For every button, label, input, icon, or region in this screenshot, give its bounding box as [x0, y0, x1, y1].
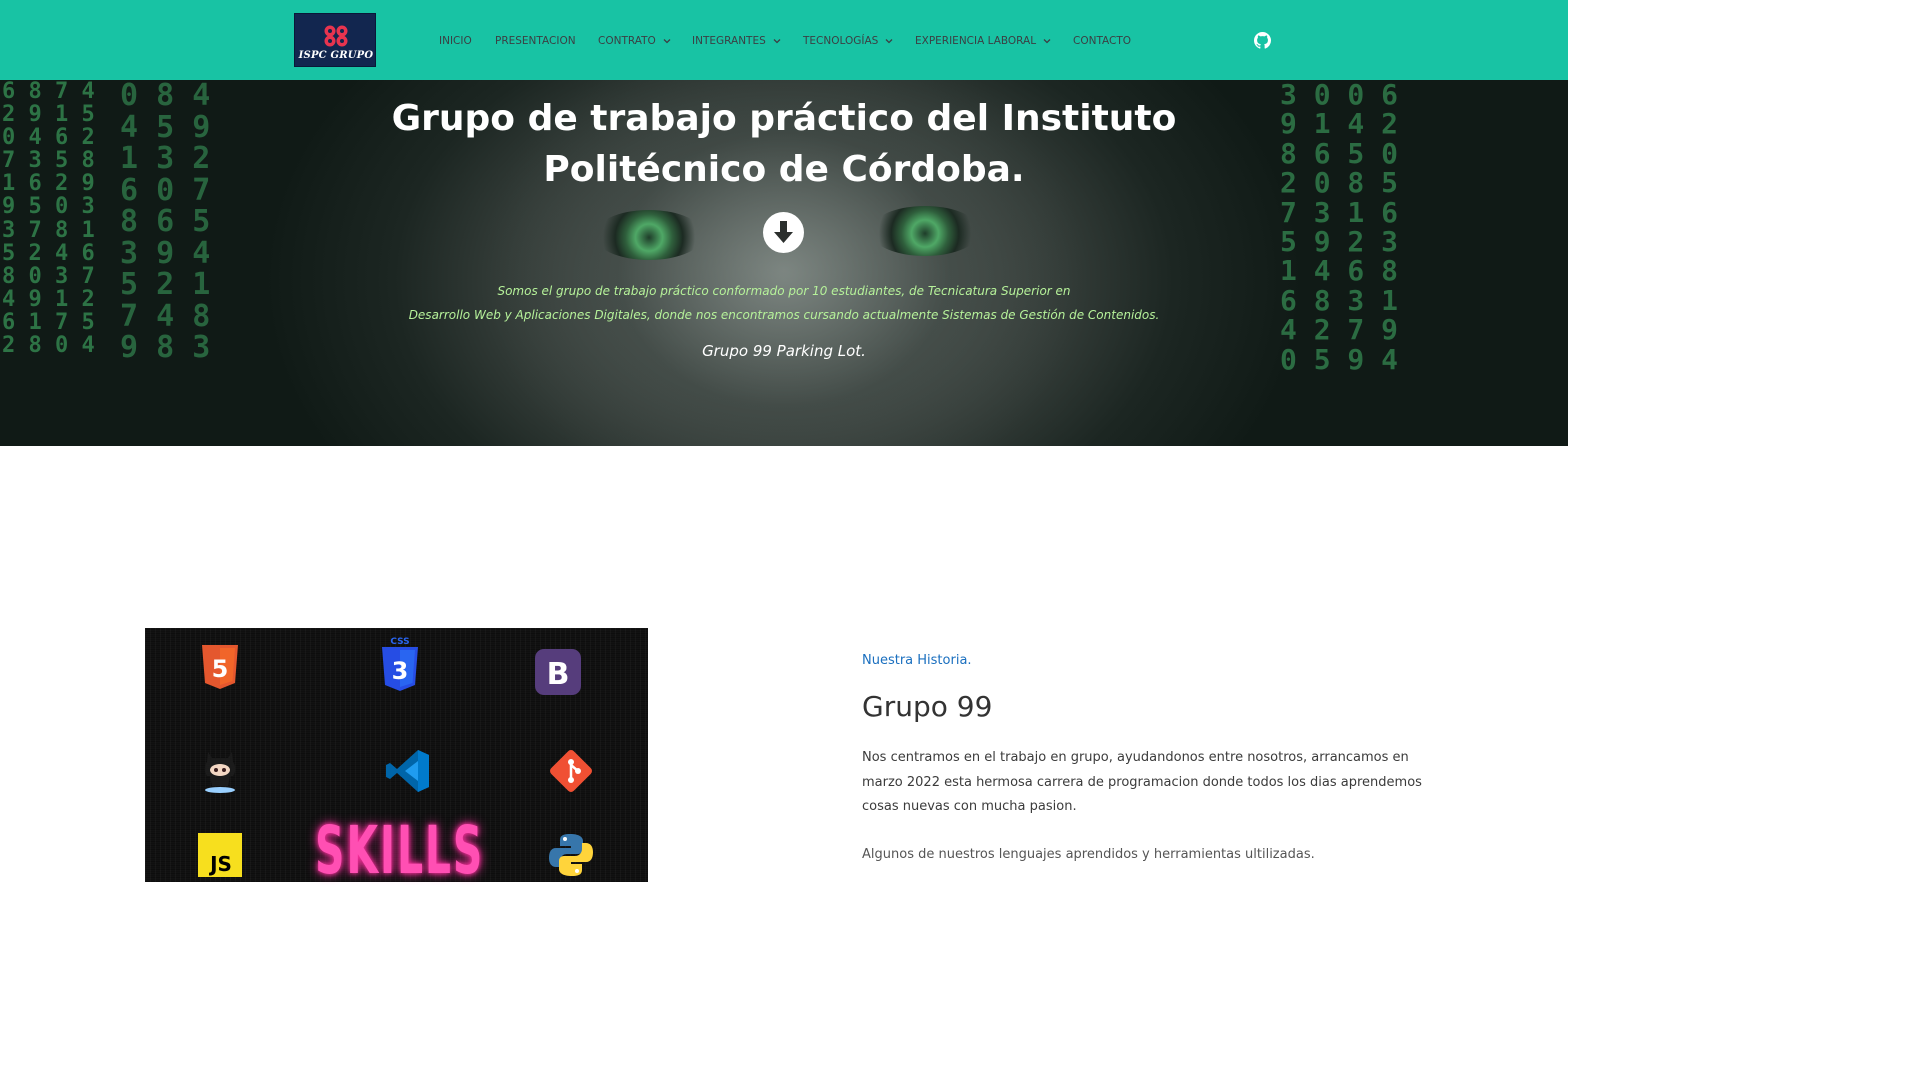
css3-badge-text: CSS: [390, 637, 409, 647]
nav-item-integrantes[interactable]: INTEGRANTES: [692, 33, 782, 49]
right-eye: [870, 206, 980, 256]
hero-title: Grupo de trabajo práctico del Instituto …: [384, 93, 1184, 195]
chevron-down-icon: [663, 39, 671, 44]
matrix-rain-right: 3 0 0 6 9 1 4 2 8 6 5 0 2 0 8 5 7 3 1 6 …: [1280, 80, 1399, 376]
hero-desc-line1: Somos el grupo de trabajo práctico confo…: [497, 284, 1071, 298]
chevron-down-icon: [1043, 39, 1051, 44]
css3-icon: CSS 3: [382, 637, 418, 691]
css3-number: 3: [392, 657, 409, 685]
history-paragraph-line2: marzo 2022 esta hermosa carrera de progr…: [862, 774, 1422, 790]
history-paragraph: Nos centramos en el trabajo en grupo, ay…: [862, 746, 1422, 820]
html5-icon: 5: [202, 645, 238, 689]
hero-subtitle: Grupo 99 Parking Lot.: [702, 342, 866, 360]
nav-item-label: TECNOLOGÍAS: [803, 35, 879, 47]
skills-caption: SKILLS: [315, 812, 485, 889]
brand-logo[interactable]: ISPC GRUPO: [294, 13, 376, 67]
js-badge-text: JS: [208, 852, 232, 876]
nav-item-presentacion[interactable]: PRESENTACION: [495, 33, 576, 49]
git-icon: [550, 750, 592, 792]
vscode-icon: [386, 750, 429, 792]
hero-title-line1: Grupo de trabajo práctico del Instituto: [391, 98, 1177, 139]
nav-item-tecnologias[interactable]: TECNOLOGÍAS: [803, 33, 894, 49]
nav-item-label: PRESENTACION: [495, 35, 576, 47]
github-octocat-icon: [204, 752, 236, 793]
bootstrap-icon: B: [535, 649, 581, 695]
javascript-icon: JS: [198, 833, 242, 877]
history-kicker: Nuestra Historia.: [862, 653, 972, 668]
python-icon: [549, 834, 593, 876]
matrix-rain-left-2: 0 8 4 4 5 9 1 3 2 6 0 7 8 6 5 3 9 4 5 2 …: [120, 80, 211, 365]
nav-item-label: CONTRATO: [598, 35, 656, 47]
nav-item-experiencia-laboral[interactable]: EXPERIENCIA LABORAL: [915, 33, 1052, 49]
history-paragraph-2: Algunos de nuestros lenguajes aprendidos…: [862, 847, 1315, 862]
history-paragraph-line3: cosas nuevas con mucha pasion.: [862, 799, 1077, 814]
history-paragraph-line1: Nos centramos en el trabajo en grupo, ay…: [862, 750, 1409, 765]
nav-item-label: INTEGRANTES: [692, 35, 766, 47]
nav-item-label: EXPERIENCIA LABORAL: [915, 35, 1037, 47]
chevron-down-icon: [885, 39, 893, 44]
arrow-down-circle-icon: [774, 221, 793, 243]
nav-item-contacto[interactable]: CONTACTO: [1073, 33, 1131, 49]
github-icon[interactable]: [1254, 32, 1271, 49]
hero-description: Somos el grupo de trabajo práctico confo…: [284, 279, 1284, 327]
matrix-rain-left: 6 8 7 4 2 9 1 5 0 4 6 2 7 3 5 8 1 6 2 9 …: [2, 80, 95, 359]
history-title: Grupo 99: [862, 690, 993, 723]
left-eye: [594, 210, 704, 260]
nav-item-inicio[interactable]: INICIO: [439, 33, 472, 49]
chevron-down-icon: [773, 39, 781, 44]
hero-desc-line2: Desarrollo Web y Aplicaciones Digitales,…: [408, 308, 1160, 322]
navbar: ISPC GRUPO INICIO PRESENTACION CONTRATO …: [0, 0, 1568, 80]
scroll-down-button[interactable]: [763, 212, 804, 253]
hero-title-line2: Politécnico de Córdoba.: [543, 149, 1025, 190]
nav-item-label: INICIO: [439, 35, 472, 47]
flower-logo-icon: [324, 25, 348, 47]
nav-item-contrato[interactable]: CONTRATO: [598, 33, 672, 49]
bootstrap-letter: B: [547, 657, 570, 692]
nav-item-label: CONTACTO: [1073, 35, 1132, 47]
html5-number: 5: [212, 655, 229, 683]
logo-text: ISPC GRUPO: [298, 50, 374, 61]
